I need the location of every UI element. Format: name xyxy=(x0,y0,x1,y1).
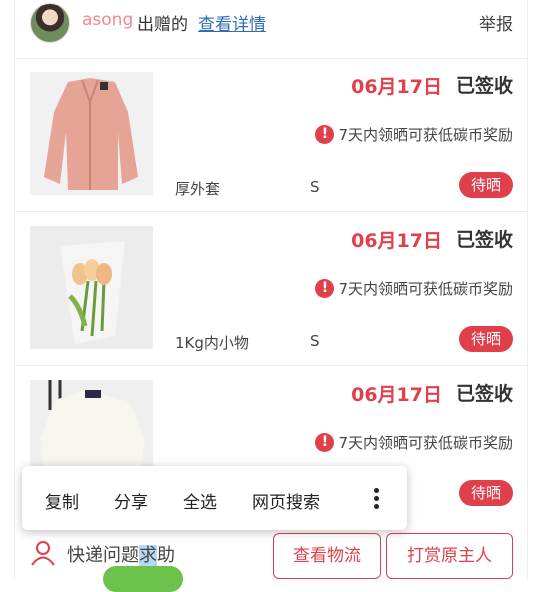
sender-name[interactable]: asong xyxy=(82,10,133,30)
user-icon xyxy=(31,541,55,566)
item-name: 1Kg内小物 xyxy=(175,334,249,352)
gift-text: 出赠的 xyxy=(137,15,188,35)
view-details-link[interactable]: 查看详情 xyxy=(198,10,266,35)
help-text-before: 快递问题 xyxy=(67,545,139,566)
item-image-pink-jacket[interactable] xyxy=(30,72,153,195)
item-name: 厚外套 xyxy=(175,180,221,198)
alert-icon: ! xyxy=(315,433,335,452)
web-search-menu-item[interactable]: 网页搜索 xyxy=(252,488,320,513)
pending-share-badge[interactable]: 待晒 xyxy=(459,326,513,352)
item-date: 06月17日 xyxy=(351,384,442,406)
item-size: S xyxy=(310,178,320,196)
track-shipment-button[interactable]: 查看物流 xyxy=(273,533,381,579)
text-selection-menu: 复制 分享 全选 网页搜索 xyxy=(22,466,407,530)
alert-icon: ! xyxy=(315,279,335,298)
tip-original-owner-button[interactable]: 打赏原主人 xyxy=(386,533,513,579)
reward-notice-text: 7天内领晒可获低碳币奖励 xyxy=(338,434,513,452)
help-link[interactable]: 快递问题求助 xyxy=(67,541,175,567)
share-menu-item[interactable]: 分享 xyxy=(114,488,148,513)
help-text-after: 助 xyxy=(157,545,175,566)
pending-share-badge[interactable]: 待晒 xyxy=(459,480,513,506)
item-date: 06月17日 xyxy=(351,76,442,98)
list-item[interactable]: 06月17日 已签收 ! 7天内领晒可获低碳币奖励 厚外套 S 待晒 xyxy=(15,58,527,212)
reward-notice-text: 7天内领晒可获低碳币奖励 xyxy=(338,126,513,144)
item-status: 已签收 xyxy=(455,75,513,97)
reward-notice: ! 7天内领晒可获低碳币奖励 xyxy=(315,278,513,299)
reward-notice: ! 7天内领晒可获低碳币奖励 xyxy=(315,124,513,145)
select-all-menu-item[interactable]: 全选 xyxy=(183,488,217,513)
pending-share-badge[interactable]: 待晒 xyxy=(459,172,513,198)
list-item[interactable]: 06月17日 已签收 ! 7天内领晒可获低碳币奖励 1Kg内小物 S 待晒 xyxy=(15,212,527,366)
more-options-icon[interactable] xyxy=(371,486,381,512)
selected-text[interactable]: 求 xyxy=(139,545,157,566)
reward-notice: ! 7天内领晒可获低碳币奖励 xyxy=(315,432,513,453)
alert-icon: ! xyxy=(315,125,335,144)
report-button[interactable]: 举报 xyxy=(479,10,513,35)
item-date: 06月17日 xyxy=(351,230,442,252)
copy-menu-item[interactable]: 复制 xyxy=(45,488,79,513)
item-size: S xyxy=(310,332,320,350)
selection-handle[interactable] xyxy=(103,566,183,592)
order-header: asong 出赠的 查看详情 举报 xyxy=(15,0,527,59)
reward-notice-text: 7天内领晒可获低碳币奖励 xyxy=(338,280,513,298)
item-status: 已签收 xyxy=(455,229,513,251)
item-image-tulip-bouquet[interactable] xyxy=(30,226,153,349)
item-status: 已签收 xyxy=(455,383,513,405)
avatar[interactable] xyxy=(30,3,70,43)
